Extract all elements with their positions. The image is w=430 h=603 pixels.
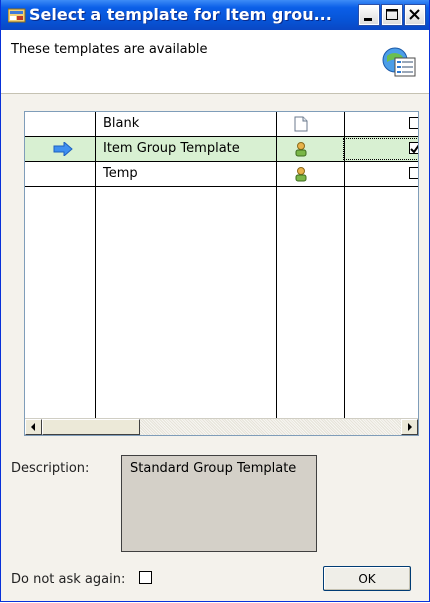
template-list-icon: [382, 47, 416, 77]
cell-focus-indicator: [343, 138, 418, 160]
window-title: Select a template for Item grou...: [29, 5, 332, 24]
column-divider: [344, 112, 345, 418]
scroll-left-button[interactable]: [25, 419, 42, 435]
minimize-button[interactable]: [358, 4, 380, 26]
user-template-icon: [295, 167, 307, 182]
scroll-right-icon: [408, 423, 412, 431]
app-icon: [8, 8, 26, 23]
description-field: Standard Group Template: [121, 455, 317, 552]
checkmark-icon: [410, 144, 418, 154]
close-button[interactable]: [404, 4, 426, 26]
template-row-item-group[interactable]: Item Group Template: [25, 137, 418, 162]
dialog-header: These templates are available: [1, 30, 429, 94]
column-divider: [276, 112, 277, 418]
maximize-button[interactable]: [381, 4, 403, 26]
close-icon: [409, 9, 420, 20]
template-row-temp[interactable]: Temp: [25, 162, 418, 187]
template-name: Temp: [103, 166, 138, 181]
column-divider: [95, 112, 96, 418]
user-template-icon: [295, 142, 307, 157]
template-name: Item Group Template: [103, 141, 240, 156]
title-bar[interactable]: Select a template for Item grou...: [1, 0, 429, 30]
description-value: Standard Group Template: [130, 461, 297, 476]
current-row-arrow-icon: [53, 142, 73, 156]
minimize-icon: [364, 18, 372, 21]
description-label: Description:: [11, 461, 90, 476]
header-text: These templates are available: [11, 42, 208, 57]
do-not-ask-label: Do not ask again:: [11, 572, 126, 587]
blank-document-icon: [294, 116, 308, 132]
template-checkbox[interactable]: [409, 167, 418, 179]
do-not-ask-checkbox[interactable]: [139, 571, 152, 584]
template-name: Blank: [103, 116, 140, 131]
template-dialog: Select a template for Item grou... These…: [0, 0, 430, 602]
template-checkbox[interactable]: [409, 117, 418, 129]
template-row-blank[interactable]: Blank: [25, 112, 418, 137]
template-grid[interactable]: Blank Item Group Template Temp: [24, 111, 419, 436]
ok-button[interactable]: OK: [323, 566, 411, 591]
maximize-icon: [386, 9, 398, 20]
scrollbar-thumb[interactable]: [42, 419, 140, 435]
scroll-left-icon: [31, 423, 35, 431]
template-checkbox[interactable]: [409, 142, 418, 154]
scroll-right-button[interactable]: [401, 419, 418, 435]
horizontal-scrollbar[interactable]: [25, 418, 418, 435]
